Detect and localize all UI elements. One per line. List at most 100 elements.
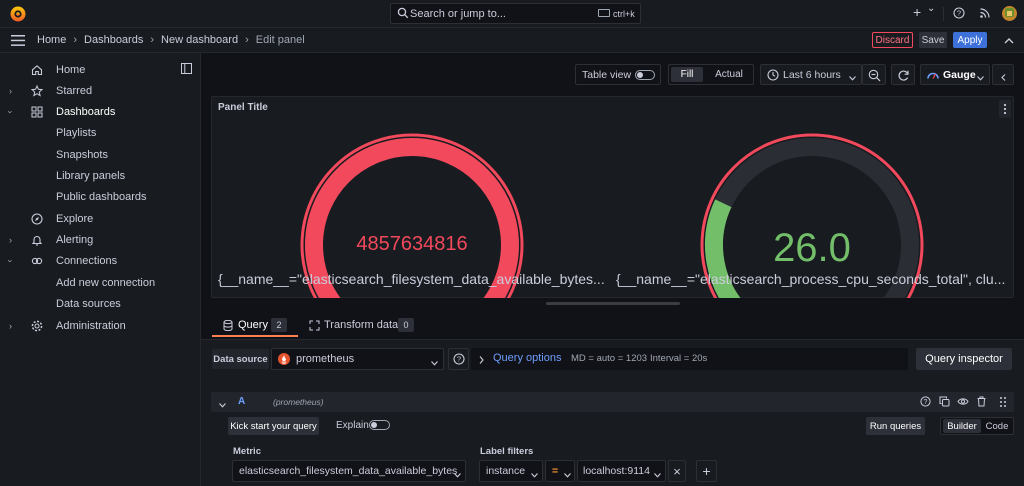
query-ref-id[interactable]: A	[238, 396, 245, 407]
label-filter-value-select[interactable]: localhost:9114	[577, 460, 666, 482]
filter-value: localhost:9114	[583, 465, 650, 477]
breadcrumb-home[interactable]: Home	[37, 34, 66, 46]
label-filter-operator-select[interactable]: =	[545, 460, 575, 482]
new-chevron-icon[interactable]: ⌄	[927, 3, 935, 14]
query-inspector-label: Query inspector	[925, 353, 1003, 365]
explain-switch[interactable]	[369, 420, 390, 430]
chevron-down-icon	[431, 357, 438, 366]
time-range-picker[interactable]: Last 6 hours	[760, 64, 862, 85]
expand-chevron-icon[interactable]: ›	[9, 321, 12, 331]
query-help-icon[interactable]: ?	[920, 396, 931, 407]
run-queries-button[interactable]: Run queries	[866, 417, 925, 435]
delete-query-trash-icon[interactable]	[976, 396, 987, 407]
sidebar-item-starred[interactable]: › Starred	[0, 80, 200, 101]
sidebar-item-snapshots[interactable]: Snapshots	[0, 144, 200, 165]
gauge-label-2: {__name__="elasticsearch_process_cpu_sec…	[616, 271, 1006, 287]
discard-button[interactable]: Discard	[872, 32, 913, 48]
options-pane-toggle[interactable]	[992, 64, 1014, 85]
breadcrumb-new-dashboard[interactable]: New dashboard	[161, 34, 238, 46]
query-options-bar[interactable]: Query options MD = auto = 1203 Interval …	[471, 348, 908, 370]
builder-option[interactable]: Builder	[943, 419, 981, 433]
collapse-chevron-icon[interactable]	[219, 399, 226, 408]
gauge-label-1: {__name__="elasticsearch_filesystem_data…	[218, 271, 605, 287]
sidebar-item-home[interactable]: Home	[0, 59, 200, 80]
sidebar-item-label: Connections	[56, 254, 118, 267]
help-icon[interactable]: ?	[953, 7, 965, 19]
code-label: Code	[985, 420, 1009, 432]
datasource-help-button[interactable]: ?	[448, 348, 469, 370]
sidebar-item-playlists[interactable]: Playlists	[0, 122, 200, 143]
datasource-name: prometheus	[296, 353, 355, 365]
database-icon	[223, 319, 233, 332]
cog-icon	[31, 320, 43, 332]
visualization-label: Gauge	[943, 69, 976, 81]
refresh-icon	[897, 69, 910, 82]
actual-option[interactable]: Actual	[707, 67, 751, 82]
metric-select[interactable]: elasticsearch_filesystem_data_available_…	[232, 460, 466, 482]
datasource-picker[interactable]: prometheus	[271, 348, 444, 370]
sidebar-item-connections[interactable]: › Connections	[0, 250, 200, 271]
collapse-chevron-up-icon[interactable]	[1004, 36, 1014, 44]
expand-chevron-icon[interactable]: ›	[9, 235, 12, 245]
sidebar-item-alerting[interactable]: › Alerting	[0, 229, 200, 250]
nav-bar: Home › Dashboards › New dashboard › Edit…	[0, 28, 1024, 53]
kick-start-query-button[interactable]: Kick start your query	[228, 417, 319, 435]
link-icon	[31, 255, 43, 267]
breadcrumb-dashboards[interactable]: Dashboards	[84, 34, 143, 46]
drag-handle-icon[interactable]	[999, 396, 1007, 408]
code-option[interactable]: Code	[983, 419, 1011, 433]
sidebar-item-library-panels[interactable]: Library panels	[0, 165, 200, 186]
label-filter-key-select[interactable]: instance	[479, 460, 543, 482]
label-filters-heading: Label filters	[480, 446, 534, 457]
visualization-picker[interactable]: Gauge	[920, 64, 990, 85]
table-view-switch[interactable]	[635, 70, 655, 80]
duplicate-query-icon[interactable]	[939, 396, 950, 407]
search-bar[interactable]: Search or jump to... ctrl+k	[390, 3, 641, 24]
tab-transform-data[interactable]: Transform data 0	[306, 315, 418, 337]
chevron-down-icon	[977, 72, 984, 81]
user-avatar[interactable]	[1002, 6, 1017, 21]
save-button[interactable]: Save	[919, 32, 947, 48]
gauge-value-text: 4857634816	[356, 233, 467, 255]
help-icon: ?	[453, 353, 465, 365]
save-label: Save	[921, 34, 945, 46]
sidebar-item-public-dashboards[interactable]: Public dashboards	[0, 186, 200, 207]
sidebar-item-add-new-connection[interactable]: Add new connection	[0, 272, 200, 293]
datasource-label-text: Data source	[213, 353, 268, 365]
expand-chevron-icon[interactable]: ›	[9, 86, 12, 96]
sidebar: Home › Starred › Dashboards Playlists Sn…	[0, 53, 201, 486]
time-range-label: Last 6 hours	[783, 69, 841, 81]
tab-query-label: Query	[238, 319, 268, 331]
new-plus-icon[interactable]: +	[913, 4, 921, 20]
hide-query-eye-icon[interactable]	[957, 396, 969, 407]
fill-label: Fill	[680, 69, 694, 80]
add-filter-button[interactable]: +	[696, 460, 717, 482]
menu-hamburger-icon[interactable]	[11, 35, 25, 46]
builder-code-toggle: Builder Code	[940, 417, 1014, 435]
apply-button[interactable]: Apply	[953, 32, 987, 48]
remove-filter-button[interactable]: ×	[668, 460, 686, 482]
query-inspector-button[interactable]: Query inspector	[916, 348, 1012, 370]
grafana-logo[interactable]	[9, 5, 27, 23]
sidebar-item-administration[interactable]: › Administration	[0, 315, 200, 336]
compass-icon	[31, 212, 43, 225]
zoom-out-button[interactable]	[862, 64, 886, 85]
collapse-chevron-icon[interactable]: ›	[6, 110, 16, 113]
collapse-chevron-icon[interactable]: ›	[6, 259, 16, 262]
gauge-chart: 4857634816 26.0	[300, 133, 924, 298]
sidebar-item-label: Administration	[56, 319, 126, 332]
metric-value: elasticsearch_filesystem_data_available_…	[239, 465, 458, 477]
table-view-toggle[interactable]: Table view	[575, 64, 661, 85]
filter-operator-value: =	[552, 465, 559, 477]
sidebar-item-data-sources[interactable]: Data sources	[0, 293, 200, 314]
tab-query[interactable]: Query 2	[212, 315, 298, 337]
refresh-button[interactable]	[891, 64, 915, 85]
star-icon	[31, 84, 43, 97]
sidebar-item-explore[interactable]: Explore	[0, 208, 200, 229]
rss-news-icon[interactable]	[979, 7, 991, 19]
resize-splitter-handle[interactable]	[546, 302, 680, 305]
sidebar-item-dashboards[interactable]: › Dashboards	[0, 101, 200, 122]
datasource-label: Data source	[212, 349, 269, 369]
fill-option[interactable]: Fill	[671, 67, 703, 82]
sidebar-item-label: Dashboards	[56, 105, 116, 118]
